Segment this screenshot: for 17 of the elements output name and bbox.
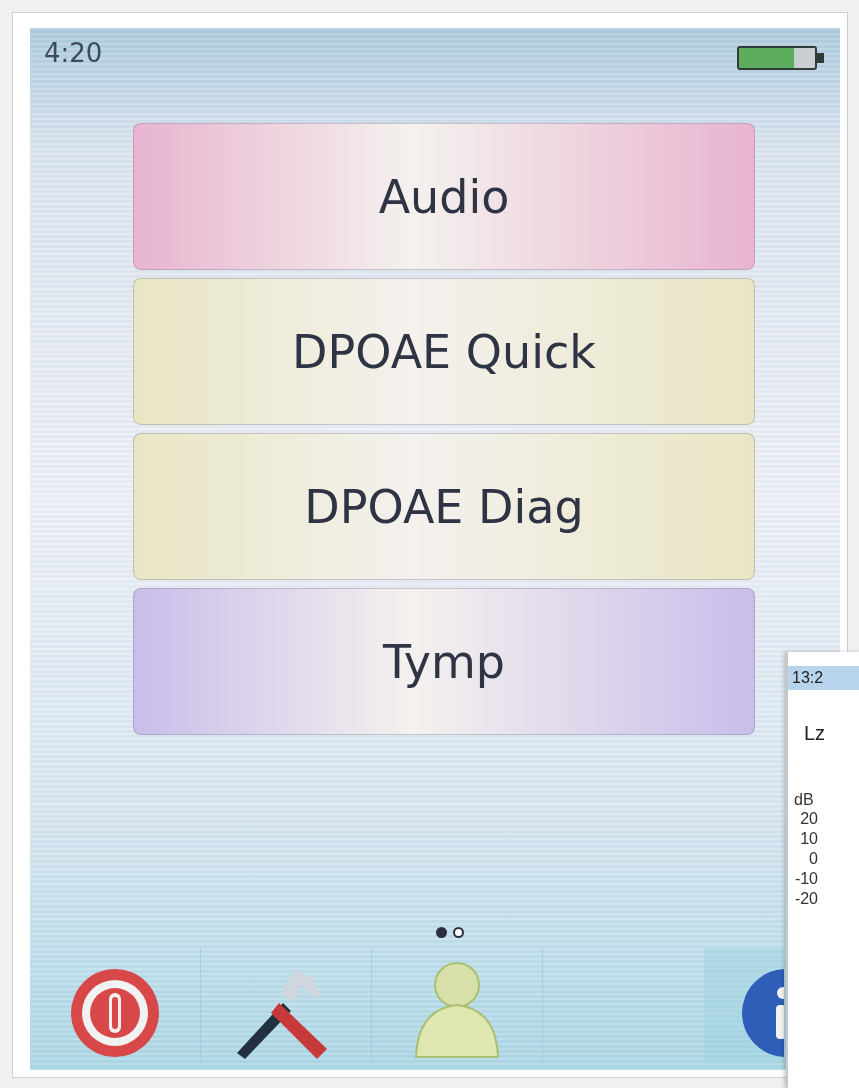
axis-unit: dB xyxy=(794,791,815,809)
menu-button[interactable]: Tymp xyxy=(133,588,755,735)
axis-tick-label: -10 xyxy=(793,869,818,889)
menu-button[interactable]: Audio xyxy=(133,123,755,270)
chart-title: Lz xyxy=(804,722,827,745)
window-time: 13:2 xyxy=(792,669,824,686)
axis-tick-label: 0 xyxy=(808,849,818,869)
menu-button[interactable]: DPOAE Quick xyxy=(133,278,755,425)
axis-tick-label: 10 xyxy=(799,829,818,849)
page-dot[interactable] xyxy=(453,927,464,938)
power-icon[interactable] xyxy=(69,967,161,1059)
battery-icon xyxy=(737,46,824,70)
axis-tick-label: -20 xyxy=(793,889,818,909)
page-dot[interactable] xyxy=(436,927,447,938)
axis-tick-label: 20 xyxy=(799,809,818,829)
clock-time: 4:20 xyxy=(44,38,103,68)
menu-button[interactable]: DPOAE Diag xyxy=(133,433,755,580)
